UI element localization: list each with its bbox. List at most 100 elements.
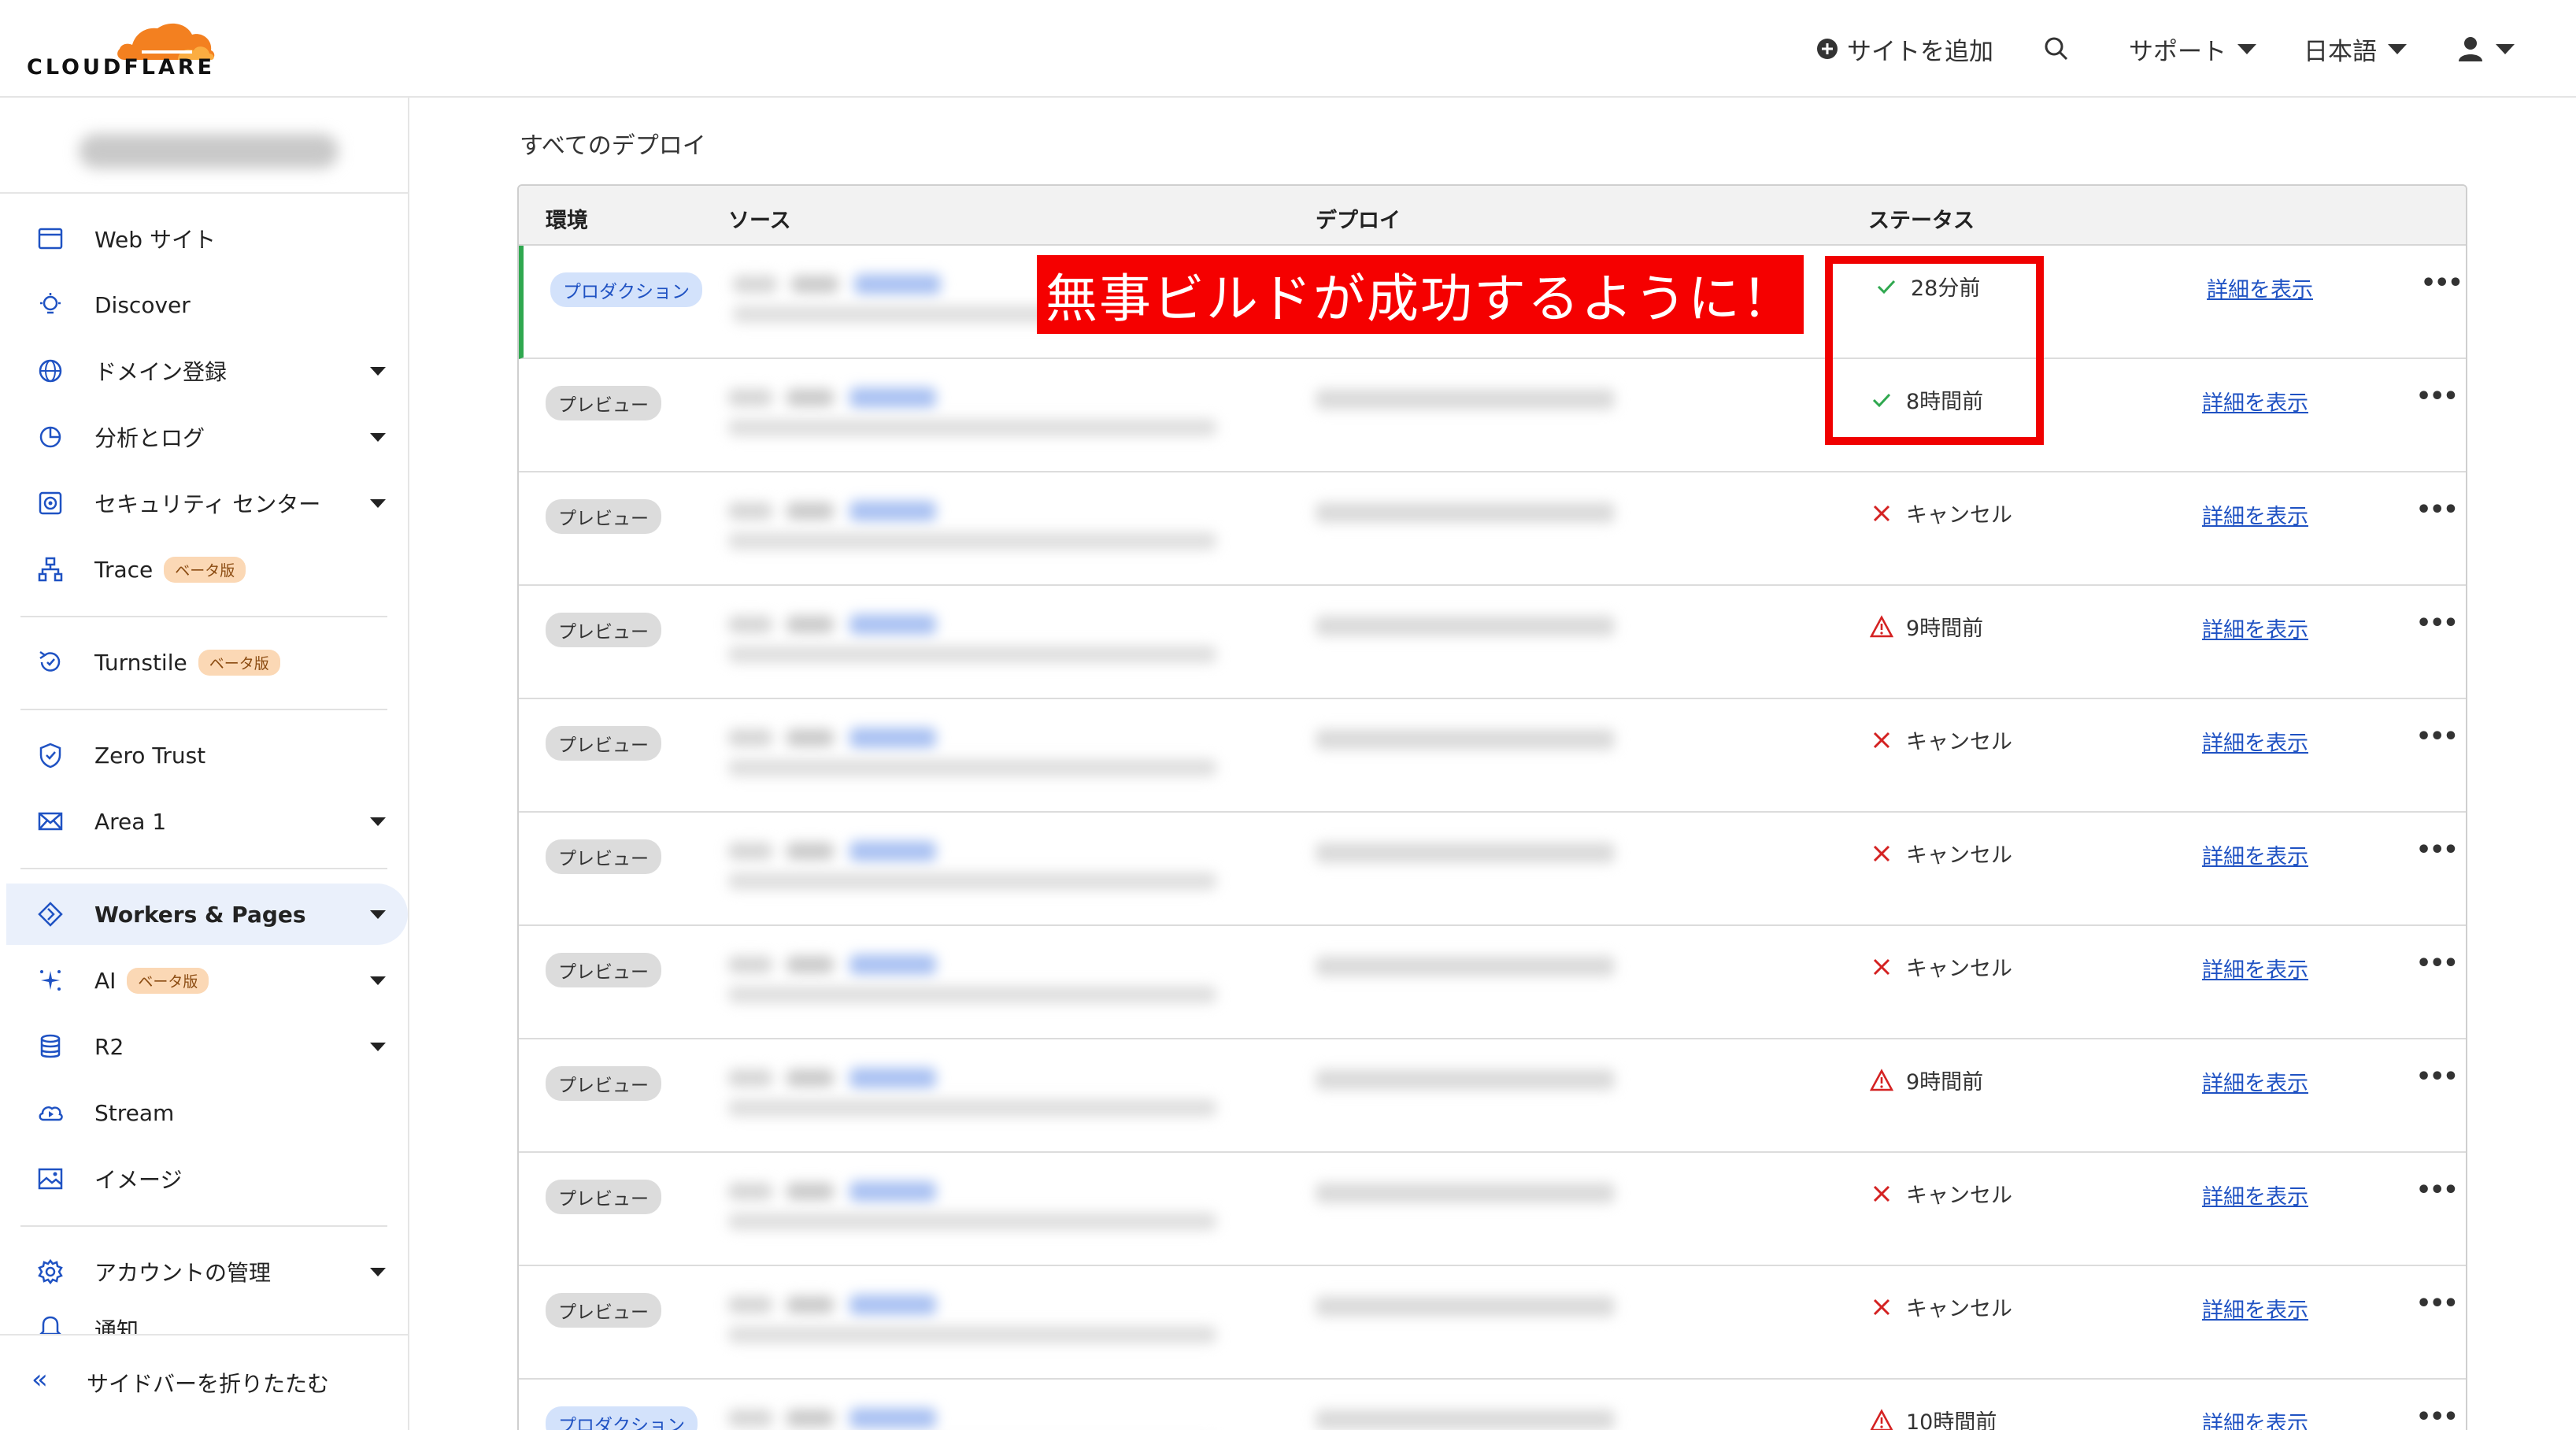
commit-link-blurred[interactable]: [849, 954, 936, 975]
table-row[interactable]: プロダクション 10時間前 詳細を表示 •••: [519, 1380, 2466, 1430]
more-options-icon[interactable]: •••: [2416, 836, 2459, 864]
view-details-link[interactable]: 詳細を表示: [2207, 272, 2313, 303]
deploy-url-blurred[interactable]: [1316, 956, 1615, 976]
more-options-icon[interactable]: •••: [2416, 950, 2459, 977]
commit-link-blurred[interactable]: [849, 1181, 936, 1202]
sidebar-item-turnstile[interactable]: Turnstile ベータ版: [0, 632, 408, 693]
user-menu[interactable]: [2456, 28, 2515, 69]
commit-link-blurred[interactable]: [849, 1068, 936, 1088]
sidebar-item-notifications[interactable]: 通知: [0, 1307, 408, 1334]
chevron-down-icon: [370, 1042, 386, 1051]
commit-link-blurred[interactable]: [849, 387, 936, 408]
sidebar-item-domain-registration[interactable]: ドメイン登録: [0, 340, 408, 402]
sidebar-item-workers-pages[interactable]: Workers & Pages: [6, 884, 408, 945]
more-options-icon[interactable]: •••: [2416, 1403, 2459, 1430]
close-x-icon: [1868, 500, 1895, 527]
sidebar-item-label: Workers & Pages: [94, 901, 306, 928]
table-row[interactable]: プレビュー 9時間前 詳細を表示 •••: [519, 1039, 2466, 1153]
deploy-url-blurred[interactable]: [1316, 843, 1615, 863]
cloudflare-logo[interactable]: CLOUDFLARE: [27, 16, 215, 80]
commit-link-blurred[interactable]: [849, 614, 936, 635]
deploy-status: 9時間前: [1868, 611, 1983, 642]
commit-link-blurred[interactable]: [849, 1295, 936, 1315]
commit-link-blurred[interactable]: [849, 501, 936, 521]
support-menu[interactable]: サポート: [2129, 28, 2256, 69]
column-header-status: ステータス: [1868, 209, 1975, 233]
commit-link-blurred[interactable]: [849, 1408, 936, 1428]
environment-badge: プレビュー: [546, 1066, 661, 1101]
sidebar-item-label: R2: [94, 1033, 124, 1060]
sidebar-item-account-management[interactable]: アカウントの管理: [0, 1241, 408, 1302]
table-row[interactable]: プレビュー 9時間前 詳細を表示 •••: [519, 586, 2466, 699]
chevron-down-icon: [370, 909, 386, 919]
sidebar-item-analytics[interactable]: 分析とログ: [0, 406, 408, 468]
table-row[interactable]: プレビュー キャンセル 詳細を表示 •••: [519, 1266, 2466, 1380]
view-details-link[interactable]: 詳細を表示: [2202, 1406, 2308, 1430]
environment-badge: プレビュー: [546, 386, 661, 420]
search-button[interactable]: [2042, 28, 2071, 69]
table-row[interactable]: プレビュー キャンセル 詳細を表示 •••: [519, 813, 2466, 926]
more-options-icon[interactable]: •••: [2421, 269, 2463, 297]
view-details-link[interactable]: 詳細を表示: [2202, 386, 2308, 417]
sidebar-item-websites[interactable]: Web サイト: [0, 208, 408, 269]
commit-message-blurred: [728, 1326, 1216, 1343]
more-options-icon[interactable]: •••: [2416, 496, 2459, 524]
deploy-url-blurred[interactable]: [1316, 502, 1615, 523]
browser-window-icon: [35, 223, 66, 254]
deploy-url-blurred[interactable]: [1316, 1296, 1615, 1317]
status-text: 9時間前: [1906, 1070, 1984, 1095]
view-details-link[interactable]: 詳細を表示: [2202, 1180, 2308, 1210]
beta-badge: ベータ版: [127, 967, 209, 994]
table-row[interactable]: プレビュー キャンセル 詳細を表示 •••: [519, 1153, 2466, 1266]
more-options-icon[interactable]: •••: [2416, 1290, 2459, 1317]
language-menu[interactable]: 日本語: [2304, 28, 2407, 69]
sidebar-item-trace[interactable]: Trace ベータ版: [0, 539, 408, 600]
sidebar-item-zero-trust[interactable]: Zero Trust: [0, 724, 408, 786]
top-header: CLOUDFLARE サイトを追加 サポート 日本語: [0, 0, 2576, 98]
sidebar-item-label: Zero Trust: [94, 742, 206, 769]
commit-link-blurred[interactable]: [849, 728, 936, 748]
more-options-icon[interactable]: •••: [2416, 609, 2459, 637]
account-name-blurred[interactable]: [79, 134, 339, 169]
commit-link-blurred[interactable]: [854, 274, 941, 295]
deploy-url-blurred[interactable]: [1316, 1410, 1615, 1430]
view-details-link[interactable]: 詳細を表示: [2202, 1293, 2308, 1324]
view-details-link[interactable]: 詳細を表示: [2202, 839, 2308, 870]
sidebar-item-area1[interactable]: Area 1: [0, 791, 408, 852]
view-details-link[interactable]: 詳細を表示: [2202, 1066, 2308, 1097]
sidebar-item-r2[interactable]: R2: [0, 1016, 408, 1077]
sidebar-item-label: イメージ: [94, 1167, 183, 1193]
more-options-icon[interactable]: •••: [2416, 1176, 2459, 1204]
view-details-link[interactable]: 詳細を表示: [2202, 953, 2308, 984]
view-details-link[interactable]: 詳細を表示: [2202, 499, 2308, 530]
deploy-url-blurred[interactable]: [1316, 1183, 1615, 1203]
commit-link-blurred[interactable]: [849, 841, 936, 861]
commit-message-blurred: [728, 1213, 1216, 1230]
more-options-icon[interactable]: •••: [2416, 1063, 2459, 1091]
deploy-status: 10時間前: [1868, 1405, 1997, 1430]
deploy-url-blurred[interactable]: [1316, 1069, 1615, 1090]
view-details-link[interactable]: 詳細を表示: [2202, 613, 2308, 643]
environment-badge: プレビュー: [546, 839, 661, 874]
more-options-icon[interactable]: •••: [2416, 383, 2459, 410]
deploy-url-blurred[interactable]: [1316, 616, 1615, 636]
more-options-icon[interactable]: •••: [2416, 723, 2459, 750]
sidebar-item-images[interactable]: イメージ: [0, 1148, 408, 1210]
table-row[interactable]: プレビュー キャンセル 詳細を表示 •••: [519, 926, 2466, 1039]
view-details-link[interactable]: 詳細を表示: [2202, 726, 2308, 757]
deploy-url-blurred[interactable]: [1316, 389, 1615, 409]
source-branch-blurred: [786, 1296, 834, 1313]
collapse-sidebar-button[interactable]: « サイドバーを折りたたむ: [0, 1334, 408, 1430]
table-row[interactable]: プレビュー 8時間前 詳細を表示 •••: [519, 359, 2466, 472]
page-title: すべてのデプロイ: [520, 132, 706, 160]
sidebar-item-security-center[interactable]: セキュリティ センター: [0, 472, 408, 534]
table-row[interactable]: プレビュー キャンセル 詳細を表示 •••: [519, 472, 2466, 586]
table-row[interactable]: プレビュー キャンセル 詳細を表示 •••: [519, 699, 2466, 813]
deploy-url-blurred[interactable]: [1316, 729, 1615, 750]
deployments-table: 環境 ソース デプロイ ステータス プロダクション 28分前 詳細を表示 ••• プレビ…: [517, 184, 2467, 1430]
sidebar-item-discover[interactable]: Discover: [0, 274, 408, 335]
sidebar-item-ai[interactable]: AI ベータ版: [0, 950, 408, 1011]
add-site-button[interactable]: サイトを追加: [1815, 28, 1993, 69]
sidebar-item-stream[interactable]: Stream: [0, 1082, 408, 1143]
environment-badge: プロダクション: [546, 1406, 698, 1430]
